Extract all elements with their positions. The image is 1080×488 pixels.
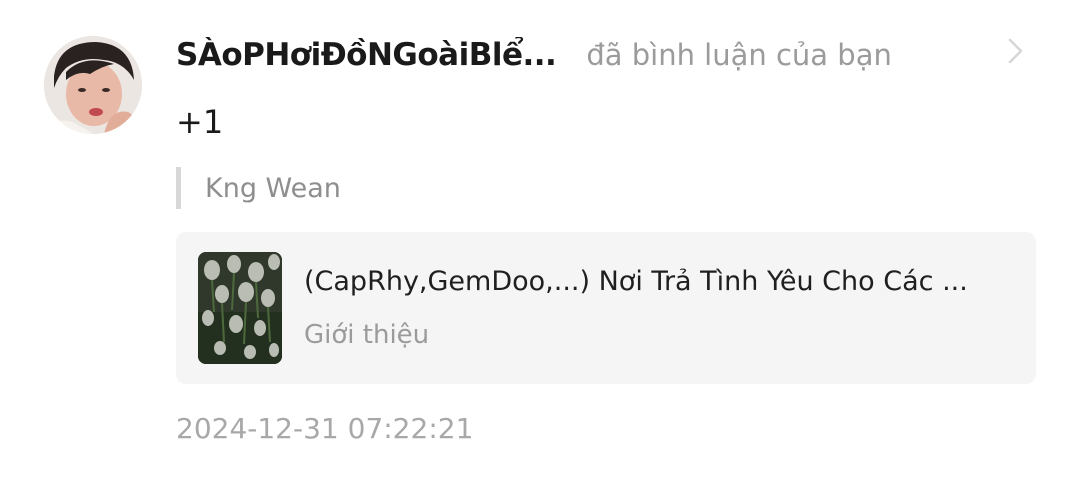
notification-header: SÀoPHơiĐồNGoàiBlể... đã bình luận của bạ… [176,34,936,76]
story-subtitle: Giới thiệu [304,320,430,350]
story-title: (CapRhy,GemDoo,...) Nơi Trả Tình Yêu Cho… [304,266,968,297]
story-cover-image [198,252,282,364]
quote-bar [176,167,181,209]
user-avatar[interactable] [44,36,142,134]
story-card[interactable]: (CapRhy,GemDoo,...) Nơi Trả Tình Yêu Cho… [176,232,1036,384]
chevron-right-icon[interactable] [1002,36,1028,66]
comment-notification[interactable]: SÀoPHơiĐồNGoàiBlể... đã bình luận của bạ… [0,0,1080,488]
quoted-text: Kng Wean [205,172,341,204]
quoted-comment: Kng Wean [176,166,341,210]
username[interactable]: SÀoPHơiĐồNGoàiBlể... [176,37,556,73]
comment-text: +1 [176,103,224,141]
action-text: đã bình luận của bạn [586,38,892,72]
timestamp: 2024-12-31 07:22:21 [176,412,474,445]
